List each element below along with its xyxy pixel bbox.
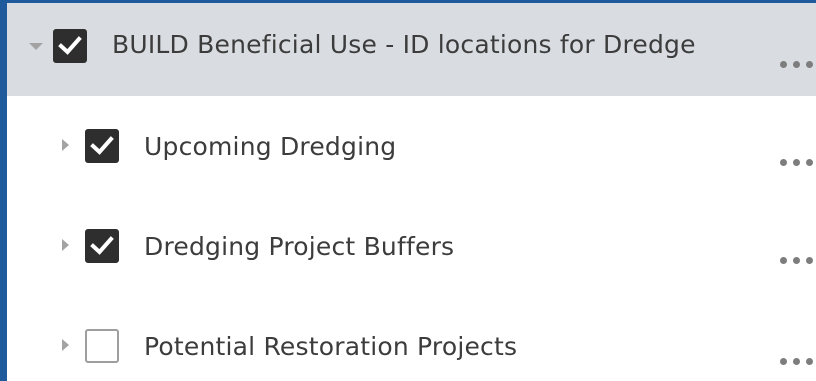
layer-row-upcoming-dredging[interactable]: Upcoming Dredging <box>7 96 816 196</box>
layer-row-potential-restoration-projects[interactable]: Potential Restoration Projects <box>7 296 816 381</box>
layer-row-dredging-project-buffers[interactable]: Dredging Project Buffers <box>7 196 816 296</box>
layer-visibility-checkbox[interactable] <box>85 229 119 263</box>
layer-options-icon[interactable] <box>775 251 816 271</box>
expand-caret-icon[interactable] <box>62 139 69 151</box>
group-options-icon[interactable] <box>775 55 816 75</box>
checkmark-icon <box>90 136 114 155</box>
expand-caret-icon[interactable] <box>62 239 69 251</box>
checkmark-icon <box>90 236 114 255</box>
layer-label: Dredging Project Buffers <box>144 232 455 261</box>
layer-label: Potential Restoration Projects <box>144 332 518 361</box>
group-layer-label: BUILD Beneficial Use - ID locations for … <box>112 30 696 59</box>
layer-list-panel: BUILD Beneficial Use - ID locations for … <box>0 0 816 381</box>
checkmark-icon <box>58 36 82 55</box>
collapse-caret-icon[interactable] <box>29 43 43 50</box>
layer-visibility-checkbox[interactable] <box>85 129 119 163</box>
group-visibility-checkbox[interactable] <box>53 29 87 63</box>
expand-caret-icon[interactable] <box>62 339 69 351</box>
layer-visibility-checkbox[interactable] <box>85 329 119 363</box>
layer-options-icon[interactable] <box>775 153 816 173</box>
layer-options-icon[interactable] <box>775 352 816 372</box>
layer-group-row[interactable]: BUILD Beneficial Use - ID locations for … <box>7 3 816 96</box>
layer-label: Upcoming Dredging <box>144 132 397 161</box>
